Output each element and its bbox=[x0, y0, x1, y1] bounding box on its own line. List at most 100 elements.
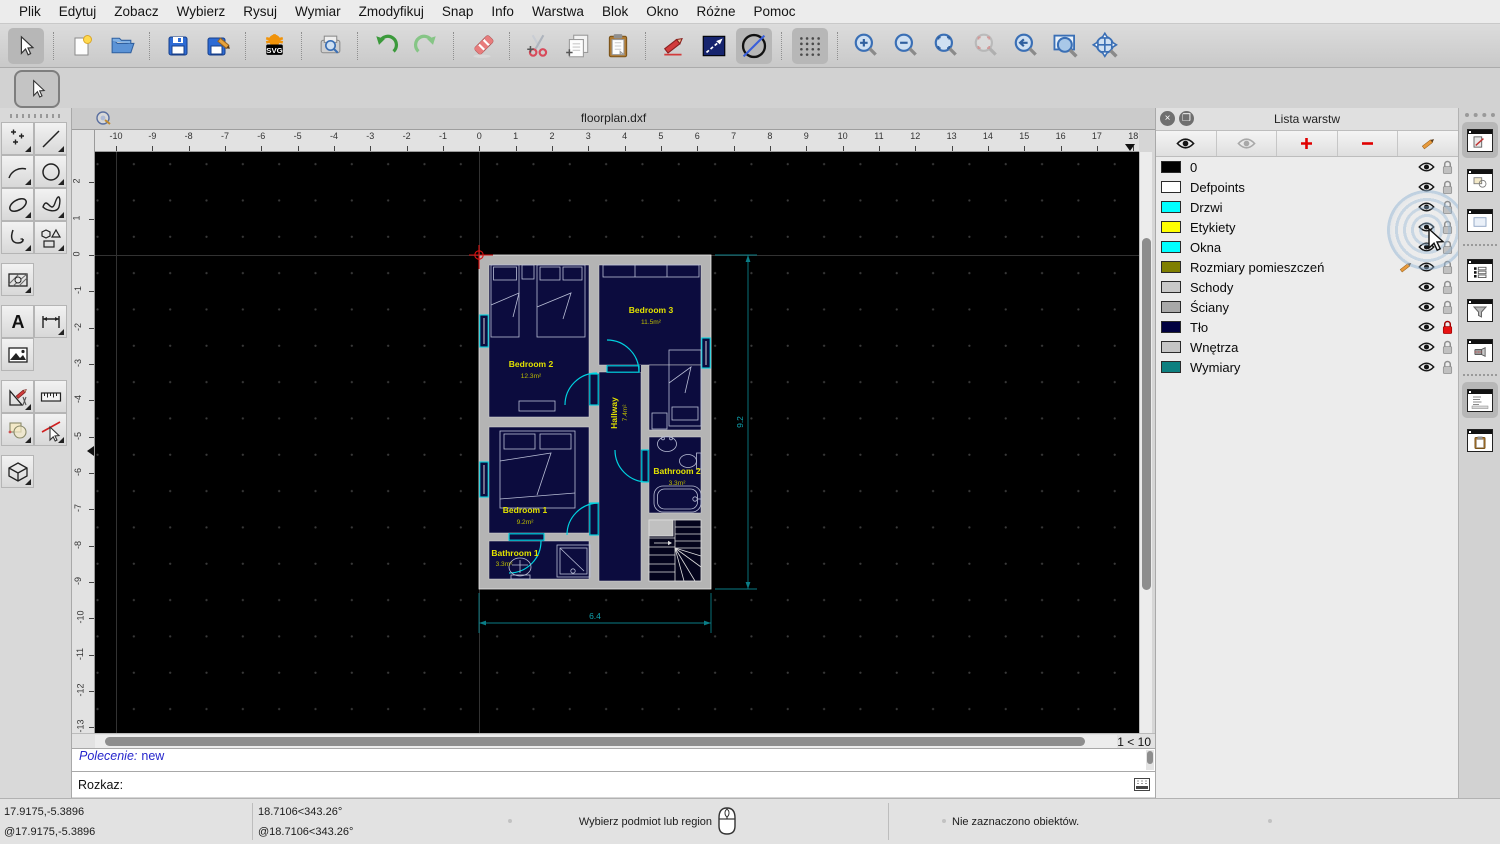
layer-row-5[interactable]: Rozmiary pomieszczeń bbox=[1156, 257, 1458, 277]
open-file-button[interactable] bbox=[104, 28, 140, 64]
hscroll-thumb[interactable] bbox=[105, 737, 1085, 746]
layer-row-8[interactable]: Tło bbox=[1156, 317, 1458, 337]
eye-icon[interactable] bbox=[1418, 321, 1435, 333]
zoom-window-button[interactable] bbox=[1048, 28, 1084, 64]
toggle-block-dock[interactable] bbox=[1462, 162, 1498, 198]
points-tool[interactable] bbox=[1, 122, 34, 155]
line-tool[interactable] bbox=[34, 122, 67, 155]
zoom-out-button[interactable] bbox=[888, 28, 924, 64]
menu-item-0[interactable]: Plik bbox=[10, 4, 50, 19]
layer-row-7[interactable]: Ściany bbox=[1156, 297, 1458, 317]
pan-button[interactable] bbox=[1088, 28, 1124, 64]
zoom-previous-button[interactable] bbox=[1008, 28, 1044, 64]
eye-icon[interactable] bbox=[1418, 181, 1435, 193]
menu-item-11[interactable]: Okno bbox=[637, 4, 687, 19]
pen-edit-button[interactable] bbox=[656, 28, 692, 64]
drawing-canvas[interactable]: 6.4 9.2 Bedroom 2 12.3m² Bedroom 3 11.5m… bbox=[95, 152, 1139, 733]
show-all-layers-button[interactable] bbox=[1156, 131, 1217, 156]
dimension-tool[interactable] bbox=[34, 305, 67, 338]
lock-icon[interactable] bbox=[1441, 360, 1454, 375]
eye-icon[interactable] bbox=[1418, 201, 1435, 213]
lock-icon[interactable] bbox=[1441, 320, 1454, 335]
menu-item-3[interactable]: Wybierz bbox=[168, 4, 235, 19]
history-scrollbar[interactable] bbox=[1146, 750, 1154, 770]
eye-icon[interactable] bbox=[1418, 341, 1435, 353]
hatch-tool[interactable] bbox=[1, 263, 34, 296]
cut-button[interactable] bbox=[520, 28, 556, 64]
draft-mode-toggle[interactable] bbox=[736, 27, 772, 64]
selection-tool-button[interactable] bbox=[14, 70, 60, 108]
horizontal-scrollbar[interactable]: 1 < 10 bbox=[72, 733, 1155, 749]
add-layer-button[interactable] bbox=[1277, 131, 1338, 156]
keyboard-toggle-button[interactable] bbox=[1132, 776, 1152, 794]
eye-icon[interactable] bbox=[1418, 281, 1435, 293]
undo-button[interactable] bbox=[368, 28, 404, 64]
select-tool-button[interactable] bbox=[8, 27, 44, 64]
svg-export-button[interactable]: SVG bbox=[256, 28, 292, 64]
paste-button[interactable] bbox=[600, 28, 636, 64]
menu-item-4[interactable]: Rysuj bbox=[234, 4, 286, 19]
layer-row-10[interactable]: Wymiary bbox=[1156, 357, 1458, 377]
zoom-auto-button[interactable] bbox=[928, 28, 964, 64]
spline-tool[interactable] bbox=[34, 188, 67, 221]
polygon-tool[interactable] bbox=[34, 221, 67, 254]
drafting-tools[interactable] bbox=[1, 380, 34, 413]
lock-icon[interactable] bbox=[1441, 300, 1454, 315]
redo-button[interactable] bbox=[408, 28, 444, 64]
lock-icon[interactable] bbox=[1441, 180, 1454, 195]
arc-tool[interactable] bbox=[1, 155, 34, 188]
deselect-tool[interactable] bbox=[34, 413, 67, 446]
lock-icon[interactable] bbox=[1441, 280, 1454, 295]
eye-icon[interactable] bbox=[1418, 301, 1435, 313]
zoom-in-button[interactable] bbox=[848, 28, 884, 64]
zoom-selection-button[interactable] bbox=[968, 28, 1004, 64]
eye-icon[interactable] bbox=[1418, 161, 1435, 173]
new-file-button[interactable] bbox=[64, 28, 100, 64]
layer-row-4[interactable]: Okna bbox=[1156, 237, 1458, 257]
circle-tool[interactable] bbox=[34, 155, 67, 188]
modify-tool[interactable] bbox=[1, 413, 34, 446]
save-button[interactable] bbox=[160, 28, 196, 64]
toggle-filter-dock[interactable] bbox=[1462, 292, 1498, 328]
vertical-scrollbar[interactable] bbox=[1139, 152, 1152, 733]
palette-handle[interactable] bbox=[9, 114, 62, 118]
print-preview-button[interactable] bbox=[312, 28, 348, 64]
menu-item-1[interactable]: Edytuj bbox=[50, 4, 106, 19]
vscroll-thumb[interactable] bbox=[1142, 238, 1151, 590]
ellipse-tool[interactable] bbox=[1, 188, 34, 221]
toggle-layer-list-dock[interactable] bbox=[1462, 252, 1498, 288]
menu-item-9[interactable]: Warstwa bbox=[523, 4, 593, 19]
layer-row-6[interactable]: Schody bbox=[1156, 277, 1458, 297]
save-as-button[interactable] bbox=[200, 28, 236, 64]
attributes-button[interactable] bbox=[696, 28, 732, 64]
toggle-command-dock[interactable] bbox=[1461, 382, 1498, 418]
command-input[interactable] bbox=[127, 773, 1132, 796]
toggle-clipboard-dock[interactable] bbox=[1462, 422, 1498, 458]
edit-layer-button[interactable] bbox=[1398, 131, 1458, 156]
lock-icon[interactable] bbox=[1441, 200, 1454, 215]
eye-icon[interactable] bbox=[1418, 261, 1435, 273]
lock-icon[interactable] bbox=[1441, 340, 1454, 355]
menu-item-6[interactable]: Zmodyfikuj bbox=[350, 4, 433, 19]
image-tool[interactable] bbox=[1, 338, 34, 371]
menu-item-2[interactable]: Zobacz bbox=[105, 4, 167, 19]
remove-layer-button[interactable] bbox=[1337, 131, 1399, 156]
menu-item-12[interactable]: Różne bbox=[688, 4, 745, 19]
polyline-tool[interactable] bbox=[1, 221, 34, 254]
lock-icon[interactable] bbox=[1441, 160, 1454, 175]
solid-3d-tool[interactable] bbox=[1, 455, 34, 488]
menu-item-13[interactable]: Pomoc bbox=[745, 4, 805, 19]
grid-toggle[interactable] bbox=[792, 27, 828, 64]
menu-item-10[interactable]: Blok bbox=[593, 4, 637, 19]
menu-item-8[interactable]: Info bbox=[482, 4, 523, 19]
copy-button[interactable] bbox=[560, 28, 596, 64]
layer-row-9[interactable]: Wnętrza bbox=[1156, 337, 1458, 357]
toggle-light-dock[interactable] bbox=[1462, 332, 1498, 368]
measure-tool[interactable] bbox=[34, 380, 67, 413]
layer-row-0[interactable]: 0 bbox=[1156, 157, 1458, 177]
text-tool[interactable]: A bbox=[1, 305, 34, 338]
delete-button[interactable] bbox=[464, 28, 500, 64]
toggle-library-dock[interactable] bbox=[1462, 202, 1498, 238]
eye-icon[interactable] bbox=[1418, 361, 1435, 373]
hide-all-layers-button[interactable] bbox=[1216, 131, 1278, 156]
